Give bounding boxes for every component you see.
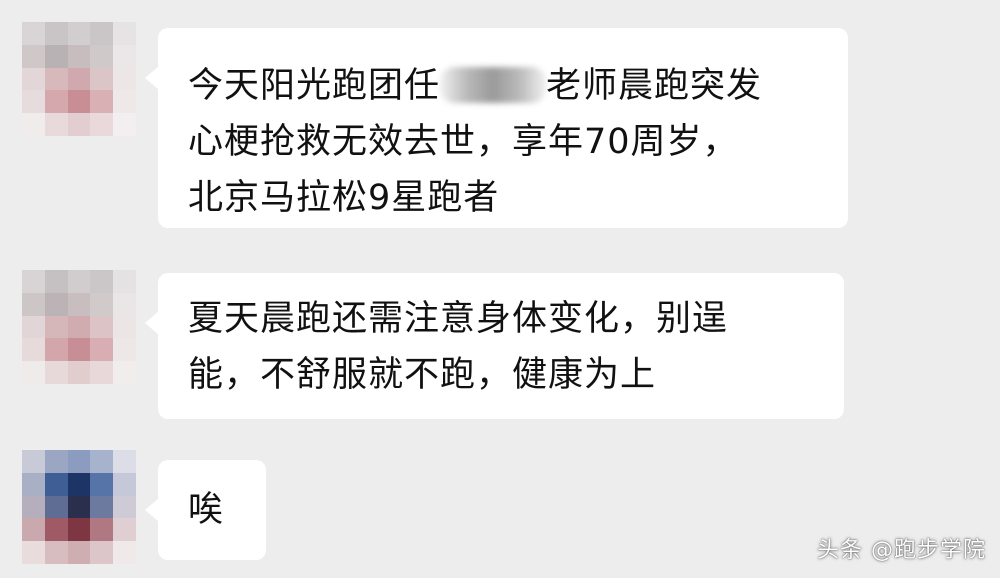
message-line: 夏天晨跑还需注意身体变化，别逞: [188, 299, 729, 339]
redacted-name: [440, 67, 547, 103]
watermark: 头条 @跑步学院: [817, 538, 986, 563]
chat-view: 今天阳光跑团任 老师晨跑突发 心梗抢救无效去世，享年70周岁， 北京马拉松9星跑者…: [0, 0, 1000, 578]
message-line: 能，不舒服就不跑，健康为上: [188, 355, 657, 395]
message-line: 北京马拉松9星跑者: [188, 178, 500, 218]
avatar[interactable]: [22, 22, 136, 136]
message-line: 今天阳光跑团任 老师晨跑突发: [188, 66, 763, 106]
message-bubble[interactable]: 唉: [145, 460, 266, 560]
message-bubble[interactable]: 今天阳光跑团任 老师晨跑突发 心梗抢救无效去世，享年70周岁， 北京马拉松9星跑者: [145, 28, 848, 228]
avatar[interactable]: [22, 270, 136, 384]
avatar[interactable]: [22, 450, 136, 564]
message-bubble[interactable]: 夏天晨跑还需注意身体变化，别逞 能，不舒服就不跑，健康为上: [145, 273, 844, 419]
message-line: 心梗抢救无效去世，享年70周岁，: [188, 122, 739, 162]
message-line: 唉: [188, 490, 225, 530]
